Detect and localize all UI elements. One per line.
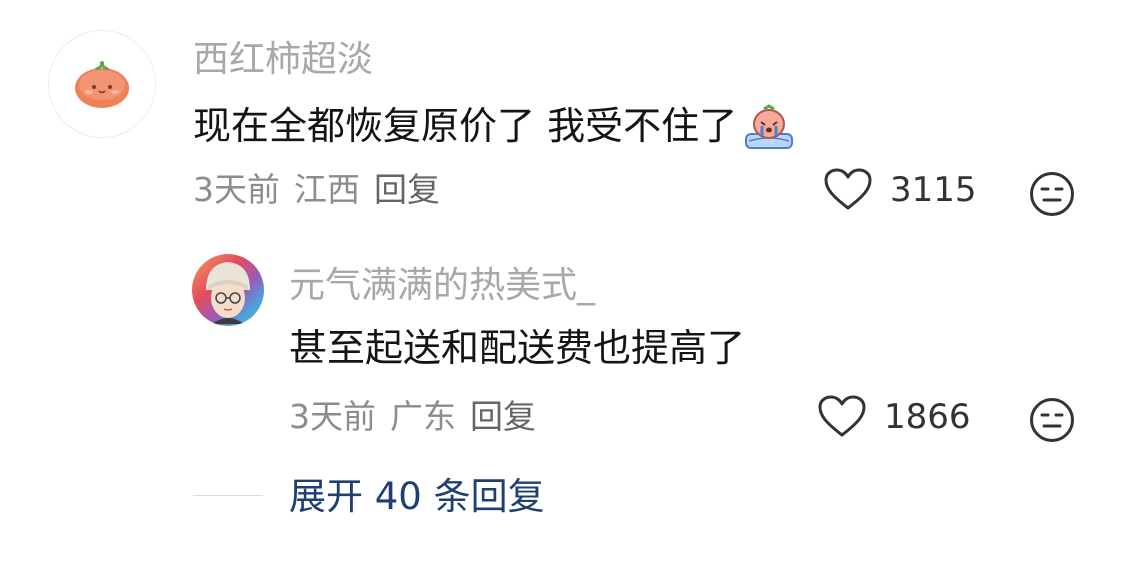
- reply-meta: 3天前 广东 回复: [289, 395, 536, 439]
- comment-location: 江西: [294, 170, 360, 209]
- comment-meta: 3天前 江西 回复: [193, 168, 440, 212]
- comment-username[interactable]: 西红柿超淡: [193, 36, 373, 84]
- expand-replies-button[interactable]: 展开 40 条回复: [289, 473, 545, 521]
- like-count: 1866: [884, 397, 971, 437]
- user-avatar-photo[interactable]: [192, 254, 264, 326]
- heart-icon: [824, 168, 872, 210]
- neutral-face-icon: [1030, 398, 1074, 442]
- comment-body: 现在全都恢复原价了 我受不住了: [193, 100, 797, 152]
- dislike-button[interactable]: [1028, 170, 1076, 218]
- expand-divider: [193, 495, 263, 496]
- user-avatar-tomato[interactable]: [48, 30, 156, 138]
- like-button[interactable]: 1866: [818, 395, 971, 439]
- comment-time: 3天前: [193, 170, 280, 209]
- reply-time: 3天前: [289, 397, 376, 436]
- reply-username[interactable]: 元气满满的热美式_: [289, 262, 595, 310]
- neutral-face-icon: [1030, 172, 1074, 216]
- like-count: 3115: [890, 170, 977, 210]
- avatar-photo-icon: [192, 254, 264, 326]
- reply-location: 广东: [390, 397, 456, 436]
- tomato-avatar-icon: [75, 61, 129, 108]
- reply-button[interactable]: 回复: [470, 397, 536, 436]
- dislike-button[interactable]: [1028, 396, 1076, 444]
- crying-peach-emoji-icon: [741, 100, 797, 152]
- reply-text: 甚至起送和配送费也提高了: [289, 326, 746, 370]
- like-button[interactable]: 3115: [824, 168, 977, 212]
- heart-icon: [818, 395, 866, 437]
- reply-button[interactable]: 回复: [374, 170, 440, 209]
- comment-text: 现在全都恢复原价了 我受不住了: [193, 104, 738, 148]
